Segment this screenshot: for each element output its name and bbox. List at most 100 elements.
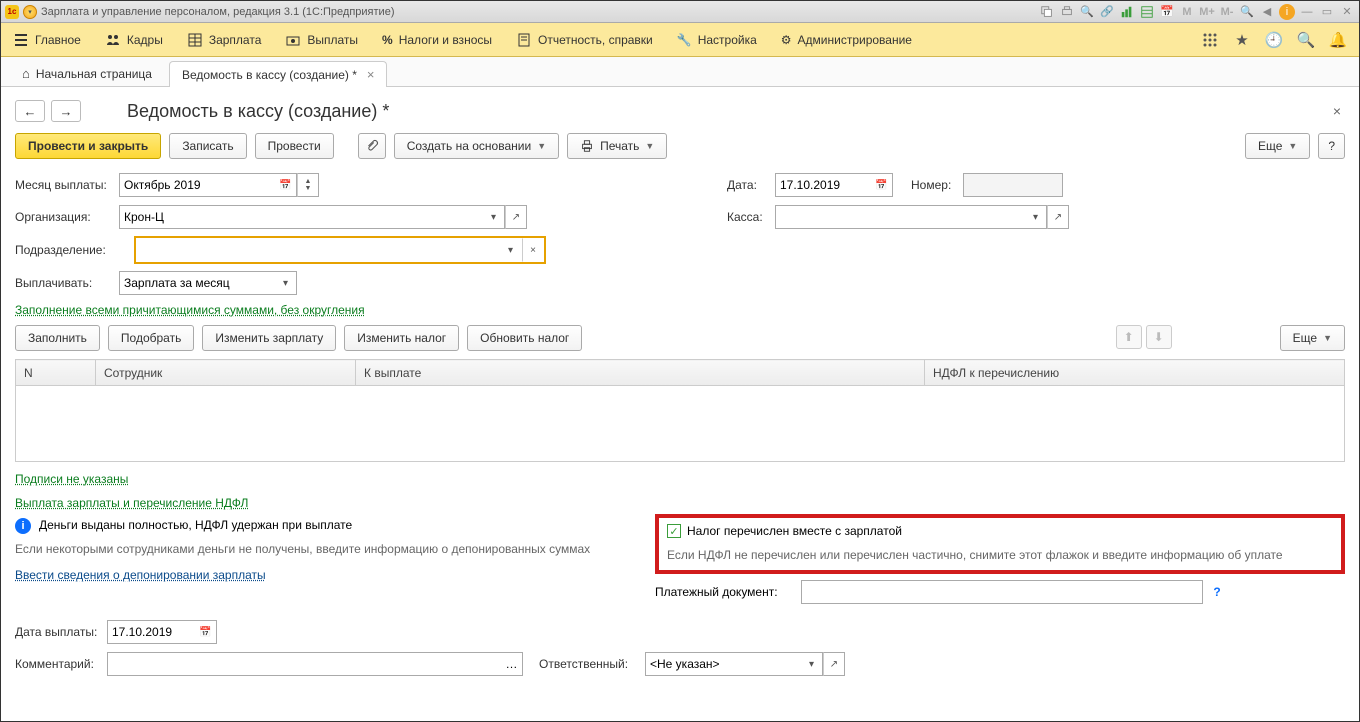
- help-button[interactable]: ?: [1318, 133, 1345, 159]
- menu-kadry-label: Кадры: [127, 33, 163, 47]
- dept-dropdown-icon[interactable]: ▾: [500, 238, 522, 262]
- fill-button[interactable]: Заполнить: [15, 325, 100, 351]
- print-label: Печать: [600, 139, 639, 153]
- chart-icon[interactable]: [1119, 4, 1135, 20]
- col-payout[interactable]: К выплате: [356, 360, 925, 386]
- menu-kadry[interactable]: Кадры: [105, 32, 163, 48]
- responsible-open-icon[interactable]: ↗: [823, 652, 845, 676]
- dept-clear-icon[interactable]: ×: [522, 238, 544, 262]
- tab-close-icon[interactable]: ×: [367, 67, 375, 82]
- menu-admin[interactable]: ⚙Администрирование: [781, 33, 912, 47]
- org-input[interactable]: [119, 205, 483, 229]
- payment-doc-input[interactable]: [801, 580, 1203, 604]
- dept-label: Подразделение:: [15, 243, 115, 257]
- change-salary-button[interactable]: Изменить зарплату: [202, 325, 336, 351]
- page-title: Ведомость в кассу (создание) *: [127, 101, 389, 122]
- kassa-dropdown-icon[interactable]: ▾: [1025, 205, 1047, 229]
- m-icon[interactable]: M: [1179, 4, 1195, 20]
- write-button[interactable]: Записать: [169, 133, 246, 159]
- date-input[interactable]: [775, 173, 871, 197]
- pay-date-calendar-icon[interactable]: 📅: [195, 620, 217, 644]
- caret-icon: ▼: [1288, 141, 1297, 151]
- pay-label: Выплачивать:: [15, 276, 115, 290]
- col-ndfl[interactable]: НДФЛ к перечислению: [925, 360, 1345, 386]
- search-sys-icon[interactable]: 🔍: [1079, 4, 1095, 20]
- print-button[interactable]: Печать▼: [567, 133, 667, 159]
- responsible-input[interactable]: [645, 652, 801, 676]
- date-label: Дата:: [727, 178, 771, 192]
- col-n[interactable]: N: [16, 360, 96, 386]
- create-based-button[interactable]: Создать на основании▼: [394, 133, 559, 159]
- info-icon[interactable]: i: [1279, 4, 1295, 20]
- responsible-dropdown-icon[interactable]: ▾: [801, 652, 823, 676]
- back-sys-icon[interactable]: ◀: [1259, 4, 1275, 20]
- menu-hamburger[interactable]: Главное: [13, 32, 81, 48]
- bell-icon[interactable]: 🔔: [1329, 31, 1347, 49]
- attach-button[interactable]: [358, 133, 386, 159]
- col-employee[interactable]: Сотрудник: [96, 360, 356, 386]
- search-bar-icon[interactable]: 🔍: [1297, 31, 1315, 49]
- link-icon[interactable]: 🔗: [1099, 4, 1115, 20]
- comment-input[interactable]: [107, 652, 501, 676]
- menu-vyplaty[interactable]: Выплаты: [285, 32, 358, 48]
- post-button[interactable]: Провести: [255, 133, 334, 159]
- close-page-icon[interactable]: ×: [1329, 99, 1345, 123]
- zoom-icon[interactable]: 🔍: [1239, 4, 1255, 20]
- calendar-addon-icon[interactable]: 📅: [275, 173, 297, 197]
- payout-heading[interactable]: Выплата зарплаты и перечисление НДФЛ: [15, 496, 248, 510]
- number-input[interactable]: [963, 173, 1063, 197]
- tab-home[interactable]: ⌂Начальная страница: [9, 60, 165, 86]
- depo-link[interactable]: Ввести сведения о депонировании зарплаты: [15, 568, 266, 582]
- fill-rounding-link[interactable]: Заполнение всеми причитающимися суммами,…: [15, 303, 365, 317]
- update-tax-button[interactable]: Обновить налог: [467, 325, 582, 351]
- m-plus-icon[interactable]: M+: [1199, 4, 1215, 20]
- date-calendar-icon[interactable]: 📅: [871, 173, 893, 197]
- org-dropdown-icon[interactable]: ▾: [483, 205, 505, 229]
- table-more-button[interactable]: Еще▼: [1280, 325, 1345, 351]
- apps-icon[interactable]: [1201, 31, 1219, 49]
- menu-nalogi[interactable]: %Налоги и взносы: [382, 33, 492, 47]
- change-tax-button[interactable]: Изменить налог: [344, 325, 459, 351]
- table-more-label: Еще: [1293, 331, 1317, 345]
- menu-nastroika[interactable]: 🔧Настройка: [677, 33, 757, 47]
- dept-input[interactable]: [136, 238, 500, 262]
- menu-drop-icon[interactable]: ▾: [23, 5, 37, 19]
- move-up-button[interactable]: ⬆: [1116, 325, 1142, 349]
- move-down-button[interactable]: ⬇: [1146, 325, 1172, 349]
- caret-icon: ▼: [537, 141, 546, 151]
- minimize-icon[interactable]: —: [1299, 4, 1315, 20]
- pay-dropdown-icon[interactable]: ▾: [275, 271, 297, 295]
- payment-doc-label: Платежный документ:: [655, 585, 795, 599]
- nav-back-button[interactable]: ←: [15, 100, 45, 122]
- more-button[interactable]: Еще▼: [1245, 133, 1310, 159]
- menu-otchet[interactable]: Отчетность, справки: [516, 32, 653, 48]
- payment-doc-help-icon[interactable]: ?: [1209, 584, 1225, 600]
- kassa-input[interactable]: [775, 205, 1025, 229]
- nav-forward-button[interactable]: →: [51, 100, 81, 122]
- tab-current[interactable]: Ведомость в кассу (создание) *×: [169, 61, 388, 87]
- tax-transferred-checkbox[interactable]: ✓: [667, 524, 681, 538]
- month-spinner[interactable]: ▲▼: [297, 173, 319, 197]
- maximize-icon[interactable]: ▭: [1319, 4, 1335, 20]
- menu-main-label: Главное: [35, 33, 81, 47]
- calendar-icon[interactable]: 📅: [1159, 4, 1175, 20]
- month-input[interactable]: [119, 173, 275, 197]
- close-window-icon[interactable]: ✕: [1339, 4, 1355, 20]
- history-icon[interactable]: 🕘: [1265, 31, 1283, 49]
- pay-input[interactable]: [119, 271, 275, 295]
- post-close-button[interactable]: Провести и закрыть: [15, 133, 161, 159]
- queue-icon[interactable]: [1039, 4, 1055, 20]
- system-icons: 🔍 🔗 📅 M M+ M- 🔍 ◀ i — ▭ ✕: [1039, 4, 1355, 20]
- logo-1c: 1c: [5, 5, 19, 19]
- menu-zarplata[interactable]: Зарплата: [187, 32, 262, 48]
- calc1-icon[interactable]: [1139, 4, 1155, 20]
- comment-ellipsis-button[interactable]: …: [501, 652, 523, 676]
- star-icon[interactable]: ★: [1233, 31, 1251, 49]
- signs-link[interactable]: Подписи не указаны: [15, 472, 128, 486]
- kassa-open-icon[interactable]: ↗: [1047, 205, 1069, 229]
- pay-date-input[interactable]: [107, 620, 195, 644]
- org-open-icon[interactable]: ↗: [505, 205, 527, 229]
- pick-button[interactable]: Подобрать: [108, 325, 194, 351]
- print-icon[interactable]: [1059, 4, 1075, 20]
- m-minus-icon[interactable]: M-: [1219, 4, 1235, 20]
